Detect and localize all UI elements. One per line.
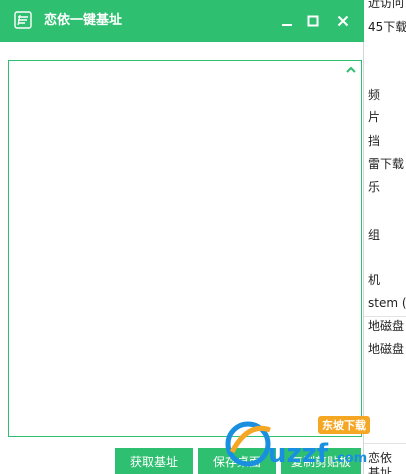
copy-clipboard-button[interactable]: 复制剪贴板 (281, 448, 361, 474)
chevron-up-icon (346, 66, 356, 73)
background-item: stem ( (368, 296, 406, 310)
background-item: 片 (368, 110, 381, 124)
close-button[interactable] (334, 12, 352, 30)
maximize-icon (307, 15, 319, 27)
close-icon (337, 15, 349, 27)
get-address-button[interactable]: 获取基址 (115, 448, 193, 474)
background-item: 近访问 (368, 0, 405, 10)
background-item: 雷下载 (368, 157, 405, 171)
maximize-button[interactable] (304, 12, 322, 30)
minimize-button[interactable] (278, 12, 296, 30)
minimize-icon (282, 24, 292, 26)
background-item: 组 (368, 228, 381, 242)
app-window: 恋依一键基址 获取基址 保存桌面 复制剪贴板 (0, 0, 364, 474)
window-title: 恋依一键基址 (44, 13, 123, 28)
title-bar[interactable]: 恋依一键基址 (0, 0, 364, 42)
background-item: 挡 (368, 134, 381, 148)
background-item: 基址 (368, 466, 393, 474)
background-item: 频 (368, 88, 381, 102)
background-item: 恋依 (368, 451, 393, 465)
scroll-up-button[interactable] (345, 64, 357, 74)
background-item: 地磁盘 (368, 319, 405, 333)
background-window: 近访问 45下载频片挡雷下载乐组机 stem (地磁盘 地磁盘 恋依 基址 (364, 0, 406, 474)
background-item: 乐 (368, 180, 381, 194)
background-divider (364, 316, 406, 317)
background-item: 地磁盘 (368, 342, 405, 356)
save-desktop-button[interactable]: 保存桌面 (198, 448, 276, 474)
background-item: 机 (368, 273, 381, 287)
background-divider (364, 443, 406, 444)
output-textbox[interactable] (9, 61, 361, 436)
app-logo-icon (14, 11, 32, 29)
output-textbox-frame (8, 60, 362, 437)
background-item: 45下载 (368, 20, 406, 34)
